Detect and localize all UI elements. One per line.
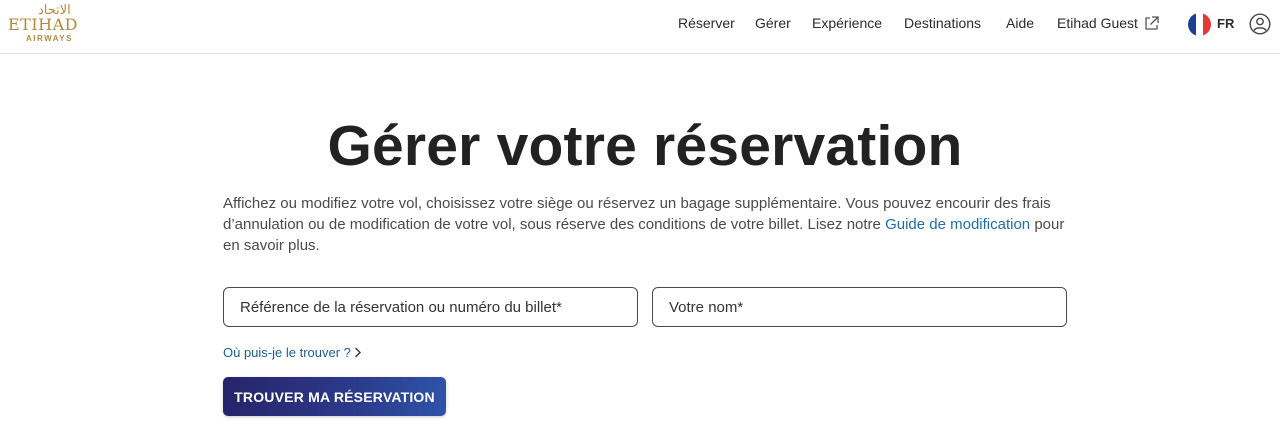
modification-guide-link[interactable]: Guide de modification bbox=[885, 216, 1030, 233]
nav-item-aide[interactable]: Aide bbox=[1006, 14, 1034, 32]
nav-item-etihad-guest[interactable]: Etihad Guest bbox=[1057, 14, 1138, 32]
external-link-icon[interactable] bbox=[1143, 15, 1160, 32]
booking-reference-input[interactable] bbox=[224, 288, 637, 326]
main-nav: Réserver Gérer Expérience Destinations A… bbox=[0, 0, 1280, 48]
chevron-right-icon bbox=[354, 347, 361, 358]
last-name-input[interactable] bbox=[653, 288, 1066, 326]
where-to-find-link[interactable]: Où puis-je le trouver ? bbox=[223, 344, 362, 361]
page-description: Affichez ou modifiez votre vol, choisiss… bbox=[223, 193, 1073, 256]
nav-item-reserver[interactable]: Réserver bbox=[678, 14, 735, 32]
page-title: Gérer votre réservation bbox=[327, 114, 963, 178]
last-name-field bbox=[652, 287, 1067, 327]
nav-item-destinations[interactable]: Destinations bbox=[904, 14, 981, 32]
france-flag-icon[interactable] bbox=[1188, 13, 1211, 36]
nav-item-gerer[interactable]: Gérer bbox=[755, 14, 791, 32]
nav-item-experience[interactable]: Expérience bbox=[812, 14, 882, 32]
language-selector[interactable]: FR bbox=[1217, 15, 1234, 32]
find-booking-button[interactable]: TROUVER MA RÉSERVATION bbox=[223, 377, 446, 416]
site-header: الاتحاد ETIHAD AIRWAYS Réserver Gérer Ex… bbox=[0, 0, 1280, 54]
where-to-find-label: Où puis-je le trouver ? bbox=[223, 345, 351, 360]
booking-reference-field bbox=[223, 287, 638, 327]
user-icon[interactable] bbox=[1249, 13, 1271, 35]
